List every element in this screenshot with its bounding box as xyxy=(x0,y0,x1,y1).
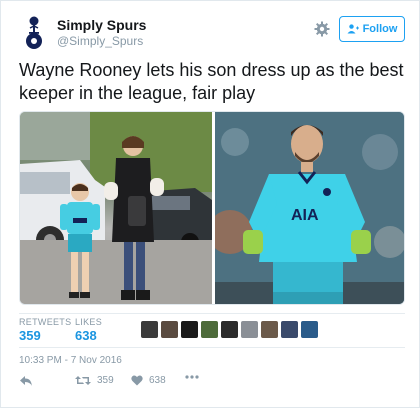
retweet-icon xyxy=(75,376,91,385)
child-in-spurs-kit-photo[interactable] xyxy=(20,112,212,304)
liker-avatars xyxy=(141,321,318,339)
tweet-stats: RETWEETS 359 LIKES 638 xyxy=(19,317,405,347)
reply-icon xyxy=(20,376,32,386)
tottenham-crest-icon[interactable] xyxy=(19,15,49,51)
retweet-button[interactable]: 359 xyxy=(75,375,114,386)
divider xyxy=(19,347,405,348)
divider xyxy=(19,313,405,314)
like-count: 638 xyxy=(149,375,166,386)
tweet-timestamp[interactable]: 10:33 PM - 7 Nov 2016 xyxy=(19,355,122,366)
add-user-icon xyxy=(347,24,359,34)
liker-avatar[interactable] xyxy=(181,321,198,338)
retweets-label: RETWEETS xyxy=(19,317,72,327)
follow-button[interactable]: Follow xyxy=(339,16,405,42)
more-icon xyxy=(185,375,199,379)
reply-button[interactable] xyxy=(19,375,33,387)
liker-avatar[interactable] xyxy=(141,321,158,338)
likes-label: LIKES xyxy=(75,317,103,327)
retweets-count[interactable]: 359 xyxy=(19,328,71,344)
user-handle[interactable]: @Simply_Spurs xyxy=(57,34,146,49)
liker-avatar[interactable] xyxy=(301,321,318,338)
liker-avatar[interactable] xyxy=(201,321,218,338)
liker-avatar[interactable] xyxy=(161,321,178,338)
more-button[interactable] xyxy=(185,375,199,379)
gear-icon[interactable] xyxy=(314,21,330,37)
svg-text:AIA: AIA xyxy=(291,207,319,224)
likes-count[interactable]: 638 xyxy=(75,328,102,344)
liker-avatar[interactable] xyxy=(221,321,238,338)
like-button[interactable]: 638 xyxy=(131,375,166,386)
liker-avatar[interactable] xyxy=(241,321,258,338)
liker-avatar[interactable] xyxy=(281,321,298,338)
liker-avatar[interactable] xyxy=(261,321,278,338)
heart-icon xyxy=(131,375,143,386)
user-block[interactable]: Simply Spurs @Simply_Spurs xyxy=(57,17,146,49)
tweet-actions: 359 638 xyxy=(19,375,405,393)
display-name[interactable]: Simply Spurs xyxy=(57,17,146,34)
tweet-card: Simply Spurs @Simply_Spurs Follow Wayne … xyxy=(0,0,420,408)
goalkeeper-in-spurs-kit-photo[interactable]: AIA xyxy=(215,112,404,304)
media-grid: AIA xyxy=(19,111,405,305)
follow-label: Follow xyxy=(362,23,398,35)
likes-stat[interactable]: LIKES 638 xyxy=(75,317,102,344)
retweets-stat[interactable]: RETWEETS 359 xyxy=(19,317,71,344)
tweet-text: Wayne Rooney lets his son dress up as th… xyxy=(19,60,404,103)
tweet-header: Simply Spurs @Simply_Spurs Follow xyxy=(19,15,405,59)
retweet-count: 359 xyxy=(97,375,114,386)
